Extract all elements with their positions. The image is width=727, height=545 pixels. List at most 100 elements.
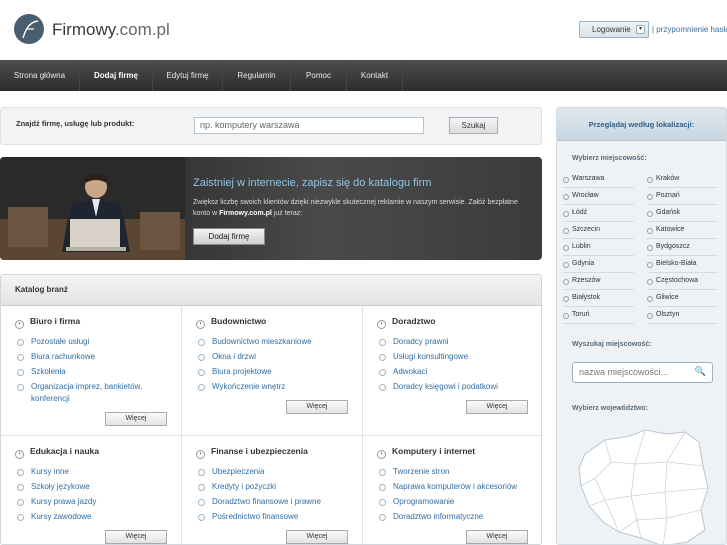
city-link[interactable]: Warszawa [563,172,634,188]
city-link[interactable]: Katowice [647,223,718,239]
catalog-heading: Katalog branż [1,275,541,306]
category-title-label: Doradztwo [392,316,436,326]
city-link[interactable]: Rzeszów [563,274,634,290]
city-link[interactable]: Bielsko-Biała [647,257,718,273]
city-search-placeholder: nazwa miejscowości... [579,367,669,377]
nav-item-add-company[interactable]: Dodaj firmę [80,60,153,91]
category-list: Pozostałe usługi Biura rachunkowe Szkole… [17,336,177,408]
category-card: › Budownictwo Budownictwo mieszkaniowe Ok… [182,306,362,435]
city-search-input[interactable]: nazwa miejscowości... 🔍 [572,362,713,383]
chevron-right-icon: › [377,320,386,329]
category-link[interactable]: Kredyty i pożyczki [198,481,358,493]
nav-item-edit-company[interactable]: Edytuj firmę [153,60,223,91]
more-button[interactable]: Więcej [286,400,348,414]
category-link[interactable]: Szkoły językowe [17,481,177,493]
city-link[interactable]: Częstochowa [647,274,718,290]
promo-banner: Zaistniej w internecie, zapisz się do ka… [0,157,542,260]
category-link[interactable]: Doradcy prawni [379,336,539,348]
logo-suffix: .com.pl [114,20,170,39]
city-link[interactable]: Białystok [563,291,634,307]
banner-text-bold: Firmowy.com.pl [219,210,272,217]
poland-map[interactable] [575,426,710,545]
category-link[interactable]: Ubezpieczenia [198,466,358,478]
city-link[interactable]: Kraków [647,172,718,188]
category-link[interactable]: Usługi konsultingowe [379,351,539,363]
more-button[interactable]: Więcej [286,530,348,544]
category-link[interactable]: Tworzenie stron [379,466,539,478]
category-link[interactable]: Okna i drzwi [198,351,358,363]
category-link[interactable]: Organizacja imprez, bankietów, konferenc… [17,381,177,404]
category-link[interactable]: Pośrednictwo finansowe [198,511,358,523]
search-button[interactable]: Szukaj [449,117,498,134]
category-title[interactable]: › Doradztwo [377,316,435,329]
category-list: Ubezpieczenia Kredyty i pożyczki Doradzt… [198,466,358,526]
city-link[interactable]: Olsztyn [647,308,718,324]
add-company-button[interactable]: Dodaj firmę [193,228,265,245]
industry-catalog: Katalog branż › Biuro i firma Pozostałe u… [0,274,542,545]
category-list: Doradcy prawni Usługi konsultingowe Adwo… [379,336,539,396]
city-link[interactable]: Wrocław [563,189,634,205]
magnifier-icon[interactable]: 🔍 [695,366,706,377]
chevron-right-icon: › [196,450,205,459]
city-link[interactable]: Gdańsk [647,206,718,222]
category-list: Budownictwo mieszkaniowe Okna i drzwi Bi… [198,336,358,396]
city-link[interactable]: Szczecin [563,223,634,239]
search-label: Znajdź firmę, usługę lub produkt: [16,119,135,128]
city-link[interactable]: Bydgoszcz [647,240,718,256]
category-link[interactable]: Kursy prawa jazdy [17,496,177,508]
chevron-right-icon: › [15,450,24,459]
banner-title: Zaistniej w internecie, zapisz się do ka… [193,177,432,189]
city-link[interactable]: Łódź [563,206,634,222]
category-title[interactable]: › Budownictwo [196,316,266,329]
category-title-label: Budownictwo [211,316,267,326]
nav-item-contact[interactable]: Kontakt [347,60,403,91]
category-link[interactable]: Szkolenia [17,366,177,378]
login-label: Logowanie [592,25,631,34]
category-link[interactable]: Biura rachunkowe [17,351,177,363]
businessman-photo [0,157,185,260]
more-button[interactable]: Więcej [466,400,528,414]
category-title[interactable]: › Komputery i internet [377,446,475,459]
category-link[interactable]: Wykończenie wnętrz [198,381,358,393]
login-button[interactable]: Logowanie ▾ [579,21,649,38]
category-link[interactable]: Budownictwo mieszkaniowe [198,336,358,348]
category-title[interactable]: › Edukacja i nauka [15,446,99,459]
category-link[interactable]: Naprawa komputerów i akcesoriów [379,481,539,493]
category-link[interactable]: Doradztwo informatyczne [379,511,539,523]
category-link[interactable]: Doradcy księgowi i podatkowi [379,381,539,393]
chevron-right-icon: › [377,450,386,459]
banner-text: Zwiększ liczbę swoich klientów dzięki ni… [193,197,523,219]
site-logo-text[interactable]: Firmowy.com.pl [52,20,170,40]
category-title[interactable]: › Biuro i firma [15,316,80,329]
logo-f-icon[interactable] [14,14,44,44]
city-link[interactable]: Toruń [563,308,634,324]
forgot-password-link[interactable]: | przypomnienie hasła [652,25,727,34]
more-button[interactable]: Więcej [105,530,167,544]
category-link[interactable]: Adwokaci [379,366,539,378]
city-link[interactable]: Gdynia [563,257,634,273]
city-link[interactable]: Poznań [647,189,718,205]
nav-item-help[interactable]: Pomoc [291,60,347,91]
category-card: › Komputery i internet Tworzenie stron Na… [363,436,541,544]
category-link[interactable]: Biura projektowe [198,366,358,378]
category-link[interactable]: Doradztwo finansowe i prawne [198,496,358,508]
category-card: › Biuro i firma Pozostałe usługi Biura ra… [1,306,181,435]
category-link[interactable]: Oprogramowanie [379,496,539,508]
nav-item-terms[interactable]: Regulamin [223,60,291,91]
search-input[interactable]: np. komputery warszawa [194,117,424,134]
more-button[interactable]: Więcej [466,530,528,544]
category-title[interactable]: › Finanse i ubezpieczenia [196,446,308,459]
chevron-right-icon: › [15,320,24,329]
more-button[interactable]: Więcej [105,412,167,426]
city-link[interactable]: Gliwice [647,291,718,307]
category-link[interactable]: Pozostałe usługi [17,336,177,348]
category-link[interactable]: Kursy zawodowe [17,511,177,523]
city-link[interactable]: Lublin [563,240,634,256]
category-title-label: Edukacja i nauka [30,446,99,456]
category-link[interactable]: Kursy inne [17,466,177,478]
category-list: Tworzenie stron Naprawa komputerów i akc… [379,466,539,526]
nav-item-home[interactable]: Strona główna [0,60,80,91]
category-card: › Finanse i ubezpieczenia Ubezpieczenia K… [182,436,362,544]
location-sidebar: Przeglądaj według lokalizacji: Wybierz m… [556,107,727,545]
search-panel: Znajdź firmę, usługę lub produkt: np. ko… [0,107,542,145]
